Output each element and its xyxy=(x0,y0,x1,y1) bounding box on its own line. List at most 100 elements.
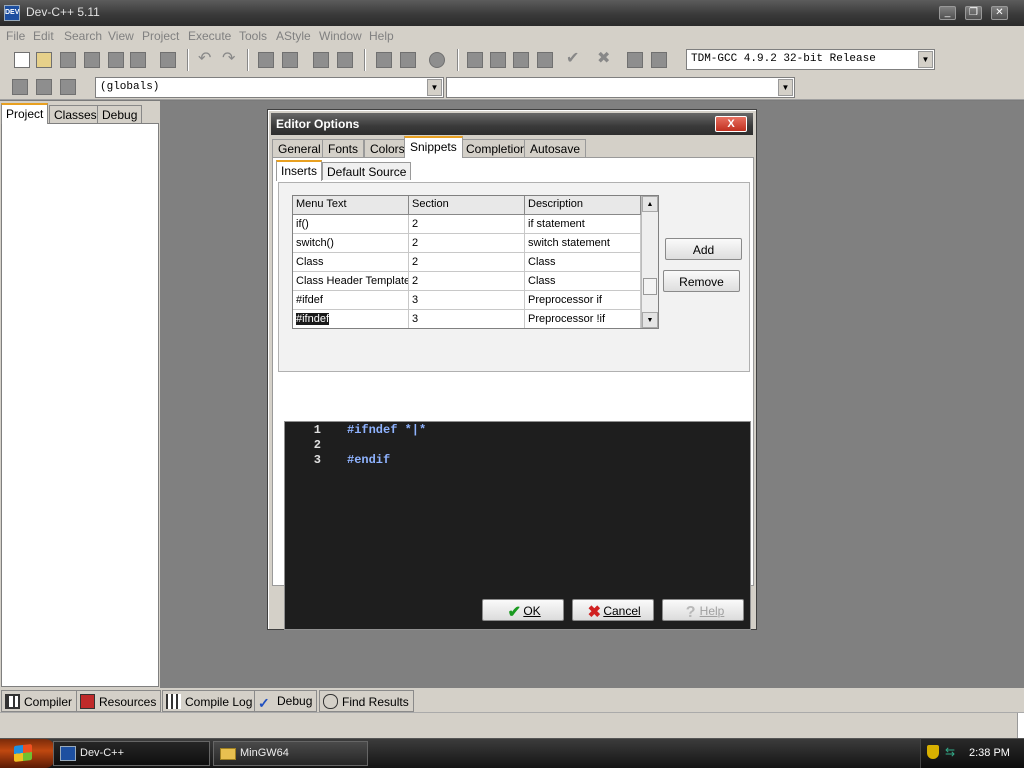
start-button[interactable] xyxy=(0,739,55,768)
add-to-project-icon[interactable] xyxy=(400,52,416,68)
cell-description[interactable]: Class xyxy=(525,272,641,291)
snippets-table[interactable]: Menu Text Section Description if() 2 if … xyxy=(292,195,659,329)
column-header-description[interactable]: Description xyxy=(525,196,641,215)
menu-execute[interactable]: Execute xyxy=(188,29,231,43)
goto-bookmark-icon[interactable] xyxy=(60,79,76,95)
tab-debug-output[interactable]: ✓ Debug xyxy=(254,690,318,712)
save-all-icon[interactable] xyxy=(84,52,100,68)
menu-help[interactable]: Help xyxy=(369,29,394,43)
subtab-inserts[interactable]: Inserts xyxy=(276,160,323,181)
column-header-menu-text[interactable]: Menu Text xyxy=(293,196,409,215)
cell-menu-text[interactable]: switch() xyxy=(293,234,409,253)
menu-window[interactable]: Window xyxy=(319,29,362,43)
remove-snippet-button[interactable]: Remove xyxy=(663,270,740,292)
tab-resources[interactable]: Resources xyxy=(76,690,162,712)
project-options-icon[interactable] xyxy=(429,52,445,68)
toggle-bookmark-icon[interactable] xyxy=(36,79,52,95)
chevron-down-icon[interactable]: ▼ xyxy=(918,51,933,68)
cell-description[interactable]: switch statement xyxy=(525,234,641,253)
resize-grip[interactable] xyxy=(1017,713,1024,738)
menu-file[interactable]: File xyxy=(6,29,25,43)
replace-icon[interactable] xyxy=(282,52,298,68)
subtab-default-source[interactable]: Default Source xyxy=(322,162,412,180)
member-select[interactable]: ▼ xyxy=(446,77,795,98)
tab-project[interactable]: Project xyxy=(1,103,49,124)
cell-section[interactable]: 2 xyxy=(409,253,525,272)
find-next-icon[interactable] xyxy=(313,52,329,68)
clock[interactable]: 2:38 PM xyxy=(969,747,1010,759)
shield-icon[interactable] xyxy=(927,745,939,759)
compile-run-icon[interactable] xyxy=(513,52,529,68)
menu-view[interactable]: View xyxy=(108,29,134,43)
close-file-icon[interactable] xyxy=(108,52,124,68)
compiler-select[interactable]: TDM-GCC 4.9.2 32-bit Release ▼ xyxy=(686,49,935,70)
menu-astyle[interactable]: AStyle xyxy=(276,29,311,43)
tab-autosave[interactable]: Autosave xyxy=(524,139,587,157)
scroll-thumb[interactable] xyxy=(643,278,657,295)
menu-project[interactable]: Project xyxy=(142,29,179,43)
table-scrollbar[interactable]: ▲ ▼ xyxy=(641,196,658,328)
menu-edit[interactable]: Edit xyxy=(33,29,54,43)
redo-icon[interactable]: ↷ xyxy=(222,51,238,68)
rebuild-icon[interactable] xyxy=(537,52,553,68)
tab-snippets[interactable]: Snippets xyxy=(404,136,463,158)
tab-find-results[interactable]: Find Results xyxy=(319,690,414,712)
minimize-icon[interactable]: _ xyxy=(939,6,956,20)
goto-line-icon[interactable] xyxy=(337,52,353,68)
column-header-section[interactable]: Section xyxy=(409,196,525,215)
chevron-down-icon[interactable]: ▼ xyxy=(427,79,442,96)
tab-fonts[interactable]: Fonts xyxy=(322,139,365,157)
close-window-icon[interactable]: ✕ xyxy=(991,6,1008,20)
ok-button[interactable]: ✔ OK xyxy=(482,599,564,621)
cell-description[interactable]: Class xyxy=(525,253,641,272)
cell-menu-text[interactable]: Class Header Template xyxy=(293,272,409,291)
clean-icon[interactable]: ✖ xyxy=(597,51,613,68)
cell-description[interactable]: if statement xyxy=(525,215,641,234)
profile-icon[interactable] xyxy=(627,52,643,68)
chevron-down-icon[interactable]: ▼ xyxy=(778,79,793,96)
scroll-up-icon[interactable]: ▲ xyxy=(642,196,658,212)
add-snippet-button[interactable]: Add xyxy=(665,238,742,260)
tab-completion[interactable]: Completion xyxy=(460,139,533,157)
scope-select[interactable]: (globals) ▼ xyxy=(95,77,444,98)
cell-section[interactable]: 2 xyxy=(409,234,525,253)
syntax-check-icon[interactable]: ✔ xyxy=(566,51,582,68)
open-file-icon[interactable] xyxy=(36,52,52,68)
restore-icon[interactable]: ❐ xyxy=(965,6,982,20)
close-all-icon[interactable] xyxy=(130,52,146,68)
scroll-down-icon[interactable]: ▼ xyxy=(642,312,658,328)
help-button[interactable]: ? Help xyxy=(662,599,744,621)
cell-menu-text[interactable]: if() xyxy=(293,215,409,234)
task-devcpp[interactable]: Dev-C++ xyxy=(53,741,210,766)
find-icon[interactable] xyxy=(258,52,274,68)
code-line[interactable]: #ifndef *|* xyxy=(347,423,426,437)
save-icon[interactable] xyxy=(60,52,76,68)
insert-icon[interactable] xyxy=(12,79,28,95)
dialog-close-button[interactable]: X xyxy=(715,116,747,132)
tab-debug[interactable]: Debug xyxy=(97,105,143,124)
new-file-icon[interactable] xyxy=(14,52,30,68)
cell-section[interactable]: 3 xyxy=(409,291,525,310)
cell-section[interactable]: 2 xyxy=(409,272,525,291)
cell-menu-text[interactable]: Class xyxy=(293,253,409,272)
cancel-button[interactable]: ✖ Cancel xyxy=(572,599,654,621)
cell-menu-text[interactable]: #ifdef xyxy=(293,291,409,310)
undo-icon[interactable]: ↶ xyxy=(198,51,214,68)
compile-icon[interactable] xyxy=(467,52,483,68)
cell-menu-text-selected[interactable]: #ifndef xyxy=(293,310,409,328)
cell-section[interactable]: 2 xyxy=(409,215,525,234)
cell-section[interactable]: 3 xyxy=(409,310,525,328)
network-icon[interactable]: ⇆ xyxy=(945,745,959,759)
project-tree[interactable] xyxy=(1,123,159,687)
tab-classes[interactable]: Classes xyxy=(49,105,102,124)
cell-description[interactable]: Preprocessor if xyxy=(525,291,641,310)
menu-tools[interactable]: Tools xyxy=(239,29,267,43)
run-icon[interactable] xyxy=(490,52,506,68)
menu-search[interactable]: Search xyxy=(64,29,102,43)
tab-general[interactable]: General xyxy=(272,139,327,157)
tab-compiler[interactable]: Compiler xyxy=(1,690,78,712)
tab-compile-log[interactable]: Compile Log xyxy=(162,690,258,712)
task-mingw64[interactable]: MinGW64 xyxy=(213,741,368,766)
code-line[interactable]: #endif xyxy=(347,453,390,467)
cell-description[interactable]: Preprocessor !if xyxy=(525,310,641,328)
